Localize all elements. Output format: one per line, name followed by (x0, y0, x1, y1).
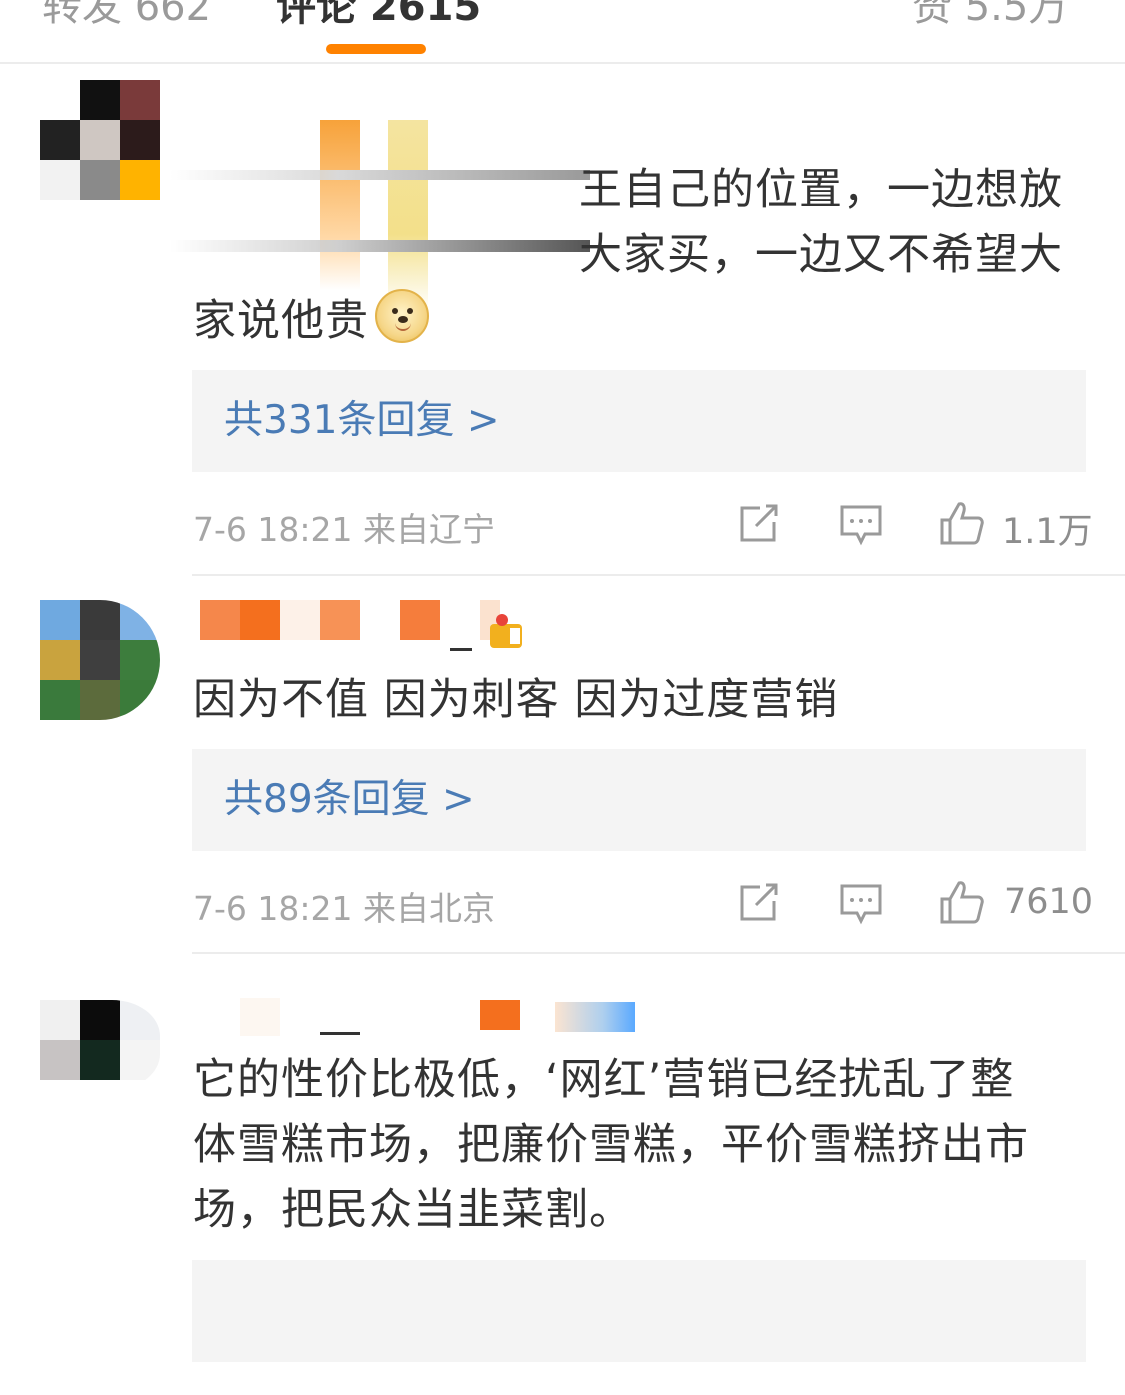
comment-icon[interactable] (839, 883, 883, 929)
comment-text-line: 王自己的位置，一边想放 (579, 165, 1063, 215)
comment-text-line: 体雪糕市场，把廉价雪糕，平价雪糕挤出市 (193, 1120, 1029, 1170)
avatar[interactable] (40, 80, 160, 200)
tab-comments[interactable]: 评论 2615 (276, 0, 481, 32)
replies-box[interactable]: 共89条回复 > (192, 749, 1086, 851)
timestamp: 7-6 18:21 (193, 510, 353, 549)
username-obscured (195, 998, 645, 1043)
share-icon[interactable] (738, 504, 780, 548)
comment-icon[interactable] (839, 504, 883, 550)
divider (192, 574, 1125, 576)
comment-meta: 7-6 18:21 来自北京 (193, 882, 495, 930)
location: 来自辽宁 (363, 510, 495, 549)
tab-bar: 转发 662 评论 2615 赞 5.5万 (0, 0, 1125, 64)
like-count: 7610 (1004, 882, 1094, 922)
view-replies-link[interactable]: 共89条回复 > (224, 749, 475, 851)
comment-meta: 7-6 18:21 来自辽宁 (193, 503, 495, 551)
tab-likes[interactable]: 赞 5.5万 (912, 0, 1068, 32)
active-tab-indicator (326, 44, 426, 54)
like-count: 1.1万 (1002, 512, 1093, 552)
like-icon[interactable] (939, 879, 985, 929)
doge-emoji (375, 289, 429, 343)
crown-badge-icon (486, 610, 526, 654)
share-icon[interactable] (738, 883, 780, 927)
tab-repost[interactable]: 转发 662 (42, 0, 211, 32)
like-icon[interactable] (939, 500, 985, 550)
comment-text-line: 场，把民众当韭菜割。 (193, 1185, 633, 1235)
replies-box[interactable]: 共331条回复 > (192, 370, 1086, 472)
divider (192, 952, 1125, 954)
comment-text-line: 它的性价比极低，‘网红’营销已经扰乱了整 (193, 1055, 1015, 1105)
timestamp: 7-6 18:21 (193, 889, 353, 928)
avatar[interactable] (40, 600, 160, 720)
comment-text-line: 大家买，一边又不希望大 (579, 230, 1063, 280)
avatar[interactable] (40, 1000, 160, 1090)
location: 来自北京 (363, 889, 495, 928)
comment-text: 因为不值 因为刺客 因为过度营销 (193, 675, 839, 725)
replies-box[interactable] (192, 1260, 1086, 1362)
comment-text-line: 家说他贵 (193, 289, 1073, 354)
username-obscured (200, 600, 530, 655)
view-replies-link[interactable]: 共331条回复 > (224, 370, 500, 472)
